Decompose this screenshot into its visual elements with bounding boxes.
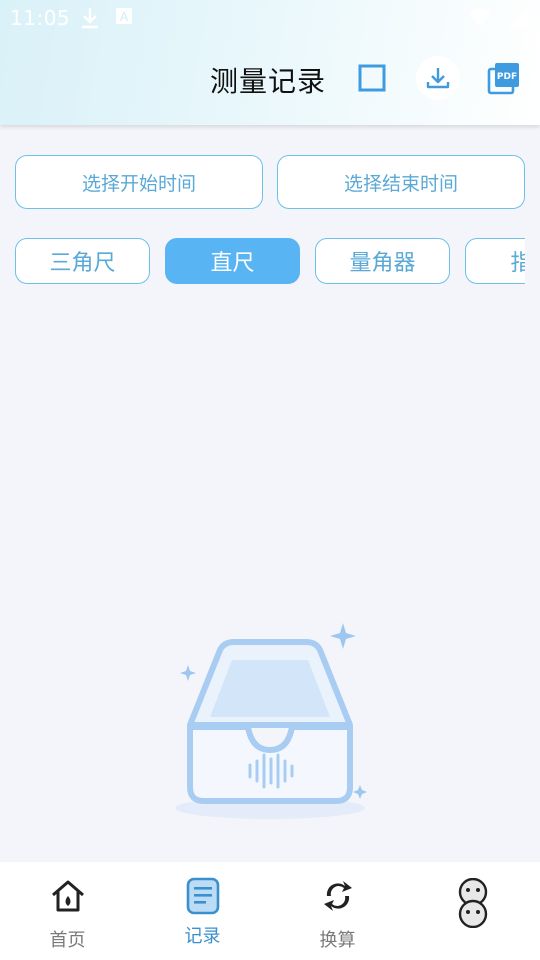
record-icon bbox=[183, 876, 223, 916]
tab-compass[interactable]: 指南 bbox=[465, 238, 525, 284]
nav-convert-label: 换算 bbox=[319, 930, 356, 951]
profile-icon bbox=[453, 878, 493, 928]
svg-text:A: A bbox=[120, 10, 129, 24]
nav-home-label: 首页 bbox=[49, 930, 86, 951]
square-icon bbox=[358, 64, 386, 92]
start-time-button[interactable]: 选择开始时间 bbox=[15, 155, 263, 209]
bottom-nav: 首页 记录 换算 bbox=[0, 862, 540, 960]
date-range-row: 选择开始时间 选择结束时间 bbox=[15, 155, 525, 209]
download-icon bbox=[80, 6, 100, 35]
status-bar: 11:05 A bbox=[0, 0, 540, 36]
tool-tabs: 三角尺 直尺 量角器 指南 bbox=[15, 238, 525, 284]
download-icon bbox=[426, 68, 450, 89]
convert-icon bbox=[318, 876, 358, 916]
home-icon bbox=[48, 876, 88, 916]
status-time: 11:05 bbox=[10, 6, 71, 30]
nav-convert[interactable]: 换算 bbox=[270, 862, 405, 960]
tab-ruler[interactable]: 直尺 bbox=[165, 238, 300, 284]
nav-home[interactable]: 首页 bbox=[0, 862, 135, 960]
pdf-label: PDF bbox=[497, 72, 517, 82]
app-header: 11:05 A 测量记录 PDF bbox=[0, 0, 540, 125]
select-all-checkbox[interactable] bbox=[350, 56, 394, 100]
font-icon: A bbox=[115, 6, 133, 31]
end-time-button[interactable]: 选择结束时间 bbox=[277, 155, 525, 209]
nav-records[interactable]: 记录 bbox=[135, 862, 270, 960]
tab-protractor[interactable]: 量角器 bbox=[315, 238, 450, 284]
wifi-icon bbox=[468, 6, 492, 33]
empty-inbox-icon bbox=[160, 615, 380, 830]
download-button[interactable] bbox=[416, 56, 460, 100]
pdf-export-button[interactable]: PDF bbox=[482, 56, 526, 100]
nav-profile[interactable] bbox=[405, 862, 540, 960]
page-title: 测量记录 bbox=[210, 65, 327, 98]
pdf-icon: PDF bbox=[487, 63, 519, 95]
battery-icon bbox=[505, 6, 531, 35]
tab-triangle-ruler[interactable]: 三角尺 bbox=[15, 238, 150, 284]
nav-records-label: 记录 bbox=[184, 926, 221, 947]
